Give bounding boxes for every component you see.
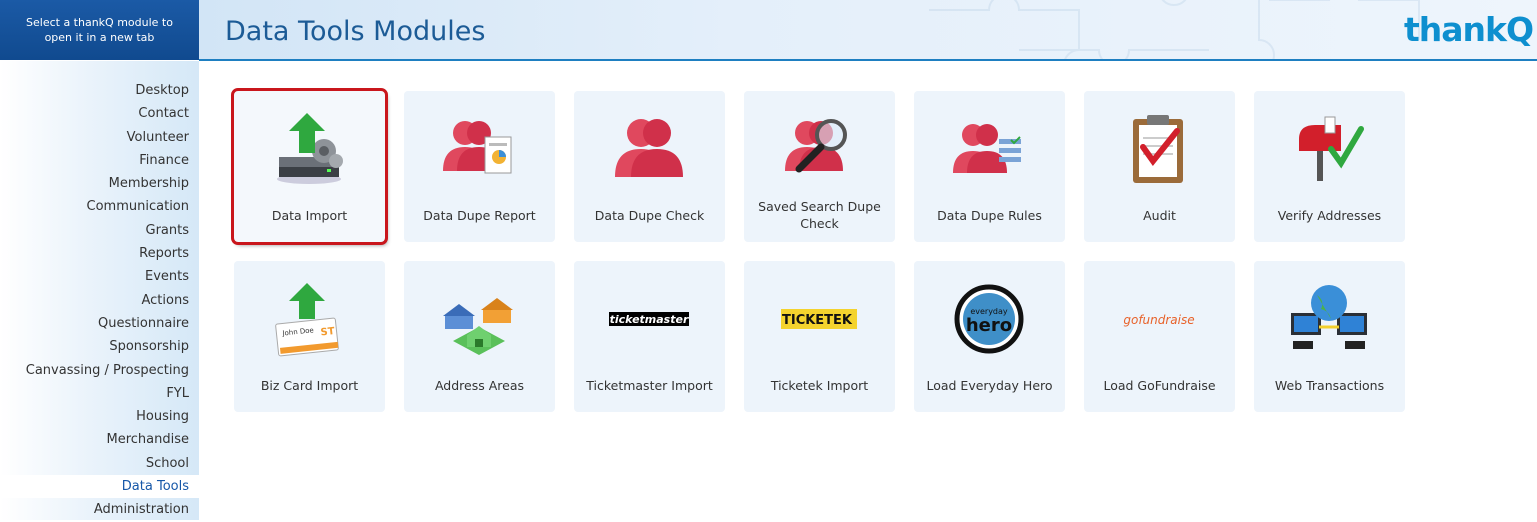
saved-search-icon bbox=[779, 109, 859, 189]
houses-icon bbox=[439, 279, 519, 359]
dupe-report-icon bbox=[439, 109, 519, 189]
module-label: Load Everyday Hero bbox=[926, 377, 1053, 393]
module-label: Data Dupe Check bbox=[594, 207, 705, 223]
module-label: Data Dupe Report bbox=[423, 207, 536, 223]
thankq-logo: thankQ bbox=[1403, 10, 1534, 49]
sidebar-item-membership[interactable]: Membership bbox=[0, 172, 199, 195]
module-label: Saved Search Dupe Check bbox=[758, 199, 881, 231]
sidebar-item-housing[interactable]: Housing bbox=[0, 405, 199, 428]
business-card-icon: John Doe ST bbox=[269, 279, 349, 359]
module-tile-verify-addresses[interactable]: Verify Addresses bbox=[1254, 91, 1405, 242]
gofundraise-logo: gofundraise bbox=[1119, 279, 1199, 359]
mailbox-check-icon bbox=[1289, 109, 1369, 189]
page-header: Data Tools Modules thankQ bbox=[199, 0, 1537, 61]
sidebar-item-events[interactable]: Events bbox=[0, 265, 199, 288]
sidebar-item-desktop[interactable]: Desktop bbox=[0, 79, 199, 102]
module-tile-load-gofundraise[interactable]: gofundraise Load GoFundraise bbox=[1084, 261, 1235, 412]
svg-text:ticketmaster: ticketmaster bbox=[610, 313, 689, 326]
ticketmaster-logo: ticketmaster bbox=[609, 279, 689, 359]
sidebar-item-reports[interactable]: Reports bbox=[0, 242, 199, 265]
module-label: Biz Card Import bbox=[260, 377, 359, 393]
module-label: Data Dupe Rules bbox=[937, 207, 1042, 223]
svg-text:TICKETEK: TICKETEK bbox=[782, 313, 853, 328]
module-tile-load-everyday-hero[interactable]: everyday hero Load Everyday Hero bbox=[914, 261, 1065, 412]
sidebar-item-communication[interactable]: Communication bbox=[0, 195, 199, 218]
module-tile-address-areas[interactable]: Address Areas bbox=[404, 261, 555, 412]
module-tile-data-dupe-report[interactable]: Data Dupe Report bbox=[404, 91, 555, 242]
svg-text:gofundraise: gofundraise bbox=[1123, 313, 1194, 327]
module-label: Load GoFundraise bbox=[1103, 377, 1216, 393]
module-tile-data-dupe-check[interactable]: Data Dupe Check bbox=[574, 91, 725, 242]
dupe-check-icon bbox=[609, 109, 689, 189]
sidebar-list: Desktop Contact Volunteer Finance Membership… bbox=[0, 61, 199, 522]
sidebar-item-volunteer[interactable]: Volunteer bbox=[0, 126, 199, 149]
everyday-hero-logo: everyday hero bbox=[949, 279, 1029, 359]
clipboard-check-icon bbox=[1119, 109, 1199, 189]
puzzle-watermark-icon bbox=[929, 0, 1420, 59]
module-label: Audit bbox=[1143, 207, 1176, 223]
module-tile-audit[interactable]: Audit bbox=[1084, 91, 1235, 242]
sidebar-item-sponsorship[interactable]: Sponsorship bbox=[0, 335, 199, 358]
svg-text:ST: ST bbox=[320, 326, 335, 338]
module-label: Data Import bbox=[271, 207, 348, 223]
page-title: Data Tools Modules bbox=[225, 16, 486, 47]
data-import-icon bbox=[269, 109, 349, 189]
module-label: Ticketmaster Import bbox=[586, 377, 713, 393]
sidebar-item-merchandise[interactable]: Merchandise bbox=[0, 428, 199, 451]
module-tile-ticketmaster-import[interactable]: ticketmaster Ticketmaster Import bbox=[574, 261, 725, 412]
sidebar-item-questionnaire[interactable]: Questionnaire bbox=[0, 312, 199, 335]
module-tile-web-transactions[interactable]: Web Transactions bbox=[1254, 261, 1405, 412]
module-tile-data-import[interactable]: Data Import bbox=[231, 88, 388, 245]
module-label: Web Transactions bbox=[1274, 377, 1385, 393]
module-label: Address Areas bbox=[434, 377, 525, 393]
module-tile-biz-card-import[interactable]: John Doe ST Biz Card Import bbox=[234, 261, 385, 412]
module-label: Ticketek Import bbox=[770, 377, 869, 393]
module-tile-saved-search-dupe-check[interactable]: Saved Search Dupe Check bbox=[744, 91, 895, 242]
module-hint: Select a thankQ module to open it in a n… bbox=[0, 0, 199, 60]
ticketek-logo: TICKETEK bbox=[779, 279, 859, 359]
sidebar-item-grants[interactable]: Grants bbox=[0, 219, 199, 242]
sidebar-item-contact[interactable]: Contact bbox=[0, 102, 199, 125]
sidebar-item-finance[interactable]: Finance bbox=[0, 149, 199, 172]
sidebar-item-actions[interactable]: Actions bbox=[0, 289, 199, 312]
module-sidebar: Desktop Contact Volunteer Finance Membership… bbox=[0, 61, 199, 520]
module-tile-ticketek-import[interactable]: TICKETEK Ticketek Import bbox=[744, 261, 895, 412]
sidebar-item-canvassing-prospecting[interactable]: Canvassing / Prospecting bbox=[0, 359, 199, 382]
sidebar-item-data-tools[interactable]: Data Tools bbox=[0, 475, 199, 499]
module-hint-text: Select a thankQ module to open it in a n… bbox=[26, 16, 173, 44]
sidebar-item-school[interactable]: School bbox=[0, 452, 199, 475]
module-label: Verify Addresses bbox=[1277, 207, 1382, 223]
svg-text:hero: hero bbox=[966, 315, 1012, 336]
sidebar-item-administration[interactable]: Administration bbox=[0, 498, 199, 521]
sidebar-item-fyl[interactable]: FYL bbox=[0, 382, 199, 405]
module-tile-data-dupe-rules[interactable]: Data Dupe Rules bbox=[914, 91, 1065, 242]
dupe-rules-icon bbox=[949, 109, 1029, 189]
globe-network-icon bbox=[1289, 279, 1369, 359]
